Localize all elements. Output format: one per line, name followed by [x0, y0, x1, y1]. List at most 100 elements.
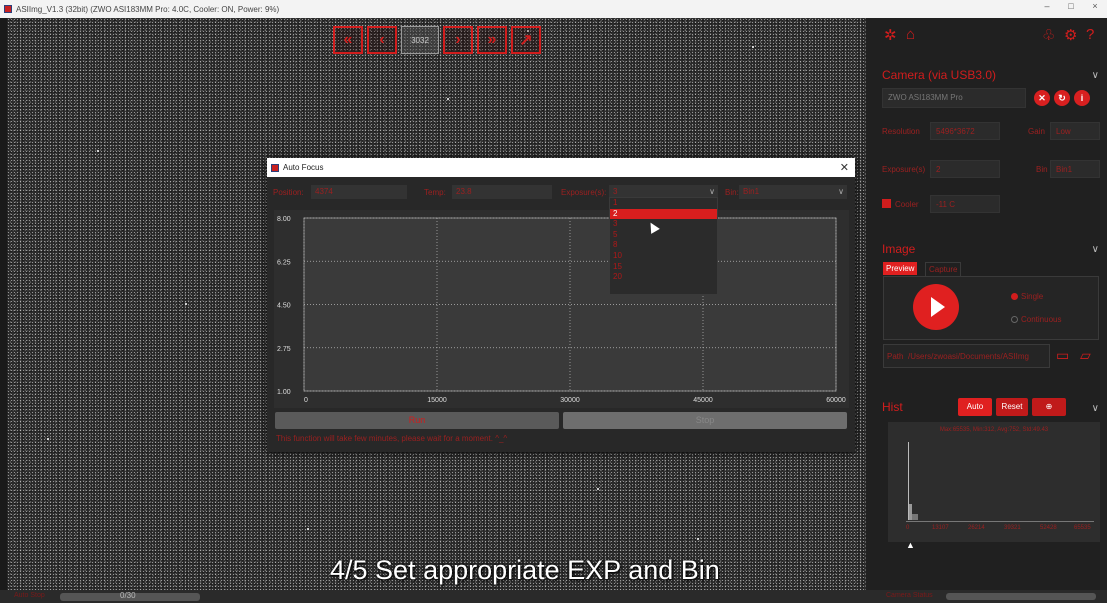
gear-icon[interactable]: ⚙ [1064, 26, 1077, 44]
single-radio[interactable]: Single [1011, 292, 1043, 301]
exposure-dropdown: 1 2 3 5 8 10 15 20 [609, 197, 718, 295]
exposure-option[interactable]: 10 [610, 251, 717, 262]
chevron-down-icon[interactable]: ∨ [1092, 244, 1099, 255]
camera-select[interactable]: ZWO ASI183MM Pro [882, 88, 1026, 108]
hist-stats: Max:65535, Min:312, Avg:752, Std:49.43 [939, 427, 1049, 433]
first-frame-button[interactable]: « [333, 26, 363, 54]
x-tick-label: 60000 [826, 397, 846, 404]
y-tick-label: 1.00 [277, 389, 291, 396]
close-window-button[interactable]: × [1085, 1, 1105, 11]
play-button[interactable] [913, 284, 959, 330]
close-icon[interactable]: ✕ [840, 161, 849, 174]
temp-label: Temp: [424, 188, 446, 197]
exposure-option[interactable]: 15 [610, 262, 717, 273]
tab-capture[interactable]: Capture [925, 262, 962, 277]
focus-chart-svg: 0 15000 30000 45000 60000 1.00 2.75 4.50 6.25 8.0… [277, 216, 846, 404]
x-tick-label: 45000 [693, 397, 713, 404]
zoom-icon[interactable]: ⊕ [1032, 398, 1066, 416]
reset-button[interactable]: Reset [996, 398, 1028, 416]
left-edge [0, 18, 7, 590]
exposure-option[interactable]: 3 [610, 219, 717, 230]
continuous-radio[interactable]: Continuous [1011, 315, 1061, 324]
info-button[interactable]: i [1074, 90, 1090, 106]
position-label: Position: [273, 188, 304, 197]
disconnect-button[interactable]: ✕ [1034, 90, 1050, 106]
resolution-select[interactable]: 5496*3672 [930, 122, 1000, 140]
chevron-down-icon[interactable]: ∨ [1092, 70, 1099, 81]
resolution-label: Resolution [882, 127, 920, 136]
hist-slider-handle[interactable]: ▲ [906, 540, 915, 550]
expand-button[interactable]: ↗ [511, 26, 541, 54]
help-icon[interactable]: ? [1086, 26, 1094, 43]
frame-indicator: 3032 [401, 26, 439, 54]
window-titlebar: ASIImg_V1.3 (32bit) (ZWO ASI183MM Pro: 4… [0, 0, 1107, 18]
dialog-titlebar: Auto Focus ✕ [267, 158, 855, 177]
panel-toolbar: ✲ ⌂ ♧ ⚙ ? [866, 26, 1107, 46]
run-button[interactable]: Run [275, 412, 559, 429]
camera-status-progress [946, 593, 1096, 600]
next-frame-button[interactable]: › [443, 26, 473, 54]
refresh-button[interactable]: ↻ [1054, 90, 1070, 106]
image-section-title: Image [882, 242, 916, 256]
exposure-option[interactable]: 1 [610, 198, 717, 209]
hist-section-title: Hist [882, 400, 903, 414]
exposure-option[interactable]: 8 [610, 240, 717, 251]
dialog-title: Auto Focus [283, 163, 324, 172]
temp-value: 23.8 [452, 185, 552, 199]
folder-open-icon[interactable]: ▱ [1080, 347, 1091, 364]
last-frame-button[interactable]: » [477, 26, 507, 54]
y-tick-label: 6.25 [277, 259, 291, 266]
exposure-select[interactable]: 2 [930, 160, 1000, 178]
previous-frame-button[interactable]: ‹ [367, 26, 397, 54]
app-icon [271, 163, 279, 172]
x-tick-label: 30000 [560, 397, 580, 404]
image-toolbar: « ‹ 3032 › » ↗ [333, 26, 541, 56]
bin-label: Bin: [725, 188, 739, 197]
auto-focus-dialog: Auto Focus ✕ Position: 4374 Temp: 23.8 E… [267, 158, 855, 452]
minimize-button[interactable]: – [1037, 1, 1057, 11]
app-icon [4, 5, 12, 13]
status-label: Auto Stop [14, 592, 45, 599]
chevron-down-icon: ∨ [709, 187, 715, 196]
camera-section-title: Camera (via USB3.0) [882, 68, 997, 82]
cooler-temp-input[interactable]: -11 C [930, 195, 1000, 213]
app-window: ASIImg_V1.3 (32bit) (ZWO ASI183MM Pro: 4… [0, 0, 1107, 603]
gain-label: Gain [1028, 127, 1045, 136]
maximize-button[interactable]: □ [1061, 1, 1081, 11]
stop-button[interactable]: Stop [563, 412, 847, 429]
chevron-down-icon[interactable]: ∨ [1092, 403, 1099, 414]
exposure-option[interactable]: 2 [610, 208, 717, 220]
tab-preview[interactable]: Preview [883, 262, 918, 275]
dialog-message: This function will take few minutes, ple… [276, 434, 508, 443]
camera-status-label: Camera Status [886, 592, 933, 599]
settings-icon[interactable]: ✲ [884, 26, 897, 44]
progress-text: 0/30 [120, 591, 136, 600]
exposure-label: Exposure(s) [882, 165, 926, 174]
gain-select[interactable]: Low [1050, 122, 1100, 140]
path-label: Path [887, 352, 904, 361]
bin-select[interactable]: Bin1 ∨ [739, 185, 847, 199]
exposure-option[interactable]: 20 [610, 272, 717, 283]
y-tick-label: 8.00 [277, 216, 291, 223]
video-subtitle: 4/5 Set appropriate EXP and Bin [330, 555, 720, 585]
x-tick-label: 15000 [427, 397, 447, 404]
auto-button[interactable]: Auto [958, 398, 992, 416]
exposure-option[interactable]: 5 [610, 230, 717, 241]
cooler-label: Cooler [895, 200, 919, 209]
chevron-down-icon: ∨ [838, 187, 844, 196]
bin-select[interactable]: Bin1 [1050, 160, 1100, 178]
exposure-label: Exposure(s): [561, 188, 607, 197]
bin-label: Bin [1036, 165, 1048, 174]
focus-chart: 0 15000 30000 45000 60000 1.00 2.75 4.50 6.25 8.0… [274, 210, 849, 408]
y-tick-label: 4.50 [277, 303, 291, 310]
path-value[interactable]: /Users/zwoasi/Documents/ASIImg [908, 352, 1029, 361]
position-value: 4374 [311, 185, 407, 199]
shirt-icon[interactable]: ♧ [1042, 26, 1055, 44]
folder-select-icon[interactable]: ▭ [1056, 347, 1069, 364]
x-tick-label: 0 [304, 397, 308, 404]
cooler-checkbox[interactable] [882, 199, 891, 208]
histogram[interactable]: Max:65535, Min:312, Avg:752, Std:49.43 0… [888, 422, 1100, 542]
y-tick-label: 2.75 [277, 346, 291, 353]
camera-icon[interactable]: ⌂ [906, 26, 915, 43]
window-title: ASIImg_V1.3 (32bit) (ZWO ASI183MM Pro: 4… [16, 4, 280, 14]
